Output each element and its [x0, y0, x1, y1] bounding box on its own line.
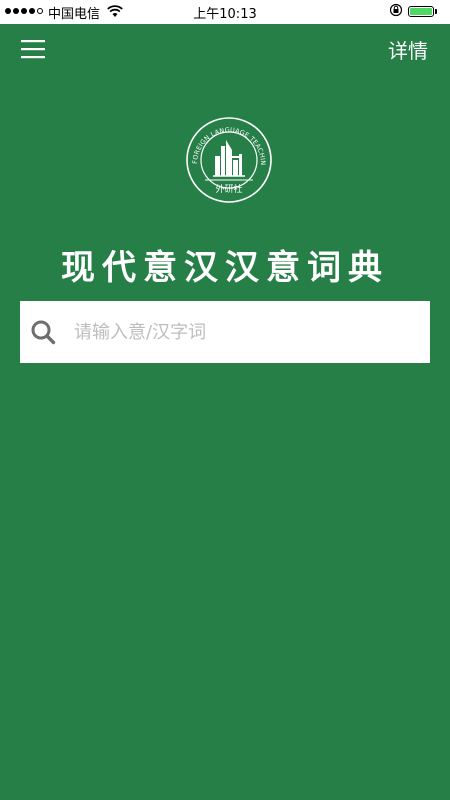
publisher-logo: FOREIGN LANGUAGE TEACHING AND RESEARCH P… — [182, 110, 273, 204]
search-input[interactable] — [74, 321, 374, 343]
rotation-lock-icon — [389, 3, 403, 21]
status-bar: 中国电信 上午10:13 — [0, 0, 450, 24]
battery-level — [410, 8, 432, 15]
menu-button[interactable] — [20, 36, 46, 62]
battery-tip — [435, 9, 437, 14]
hamburger-menu-icon — [21, 40, 45, 59]
status-time: 上午10:13 — [193, 7, 257, 22]
logo-bottom-text: 外研社 — [215, 183, 242, 195]
battery-icon — [408, 6, 434, 17]
details-button[interactable]: 详情 — [388, 35, 428, 64]
app-title: 现代意汉汉意词典 — [61, 248, 389, 288]
search-box[interactable] — [20, 301, 430, 363]
search-icon[interactable] — [30, 319, 56, 345]
